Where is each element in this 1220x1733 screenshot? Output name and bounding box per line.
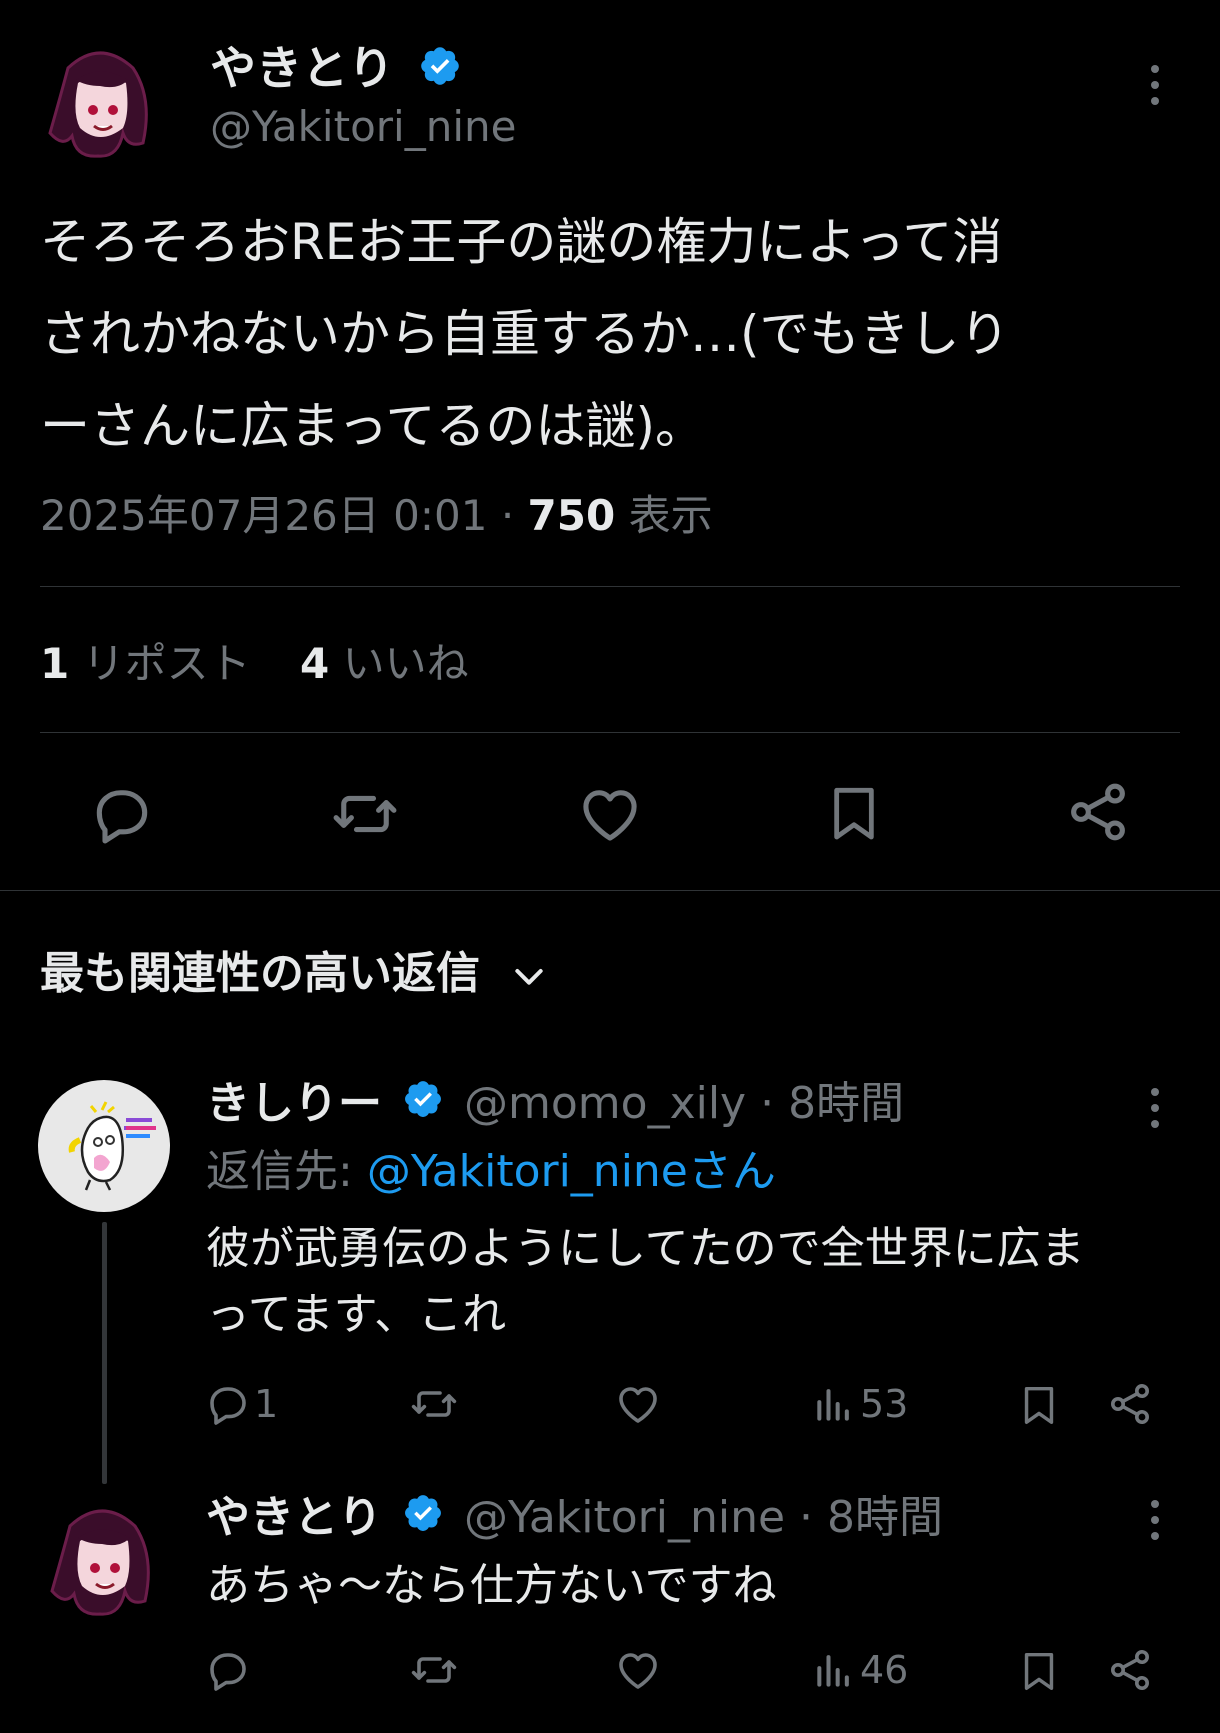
- verified-badge-icon: [402, 1078, 444, 1134]
- reply-count: 1: [254, 1382, 279, 1426]
- bookmark-icon[interactable]: [822, 778, 886, 848]
- more-options-icon[interactable]: [1140, 62, 1170, 108]
- repost-icon[interactable]: [408, 1646, 460, 1694]
- verified-badge-icon: [402, 1492, 444, 1548]
- replies-sort-label: 最も関連性の高い返信: [40, 948, 480, 999]
- likes-count: 4: [299, 639, 330, 688]
- reply-text-line: あちゃ〜なら仕方ないですね: [206, 1560, 777, 1611]
- reply-icon: [204, 1380, 252, 1428]
- reply-text-line: ってます、これ: [206, 1289, 507, 1340]
- reply-avatar[interactable]: [40, 1496, 166, 1622]
- divider: [40, 732, 1180, 733]
- reply-to-handle-link[interactable]: @Yakitori_nineさん: [367, 1146, 776, 1197]
- views-chart-icon: [812, 1646, 856, 1694]
- reply-text-line: 彼が武勇伝のようにしてたので全世界に広ま: [206, 1223, 1085, 1274]
- reposts-stat[interactable]: 1 リポスト: [40, 639, 264, 688]
- tweet-text-line: ーさんに広まってるのは謎)。: [40, 397, 706, 455]
- reply-text: 彼が武勇伝のようにしてたので全世界に広ま ってます、これ: [206, 1216, 1085, 1348]
- thread-connector-line: [102, 1222, 107, 1484]
- reposts-label: リポスト: [82, 639, 251, 688]
- verified-badge-icon: [418, 44, 462, 100]
- views-count: 53: [860, 1382, 909, 1426]
- like-heart-icon[interactable]: [614, 1646, 662, 1694]
- reply-to-label: 返信先:: [206, 1146, 353, 1197]
- views-count: 750: [527, 491, 616, 540]
- bookmark-icon[interactable]: [1016, 1380, 1062, 1430]
- more-options-icon[interactable]: [1140, 1498, 1170, 1542]
- reply-action-views[interactable]: 46: [812, 1646, 908, 1694]
- chevron-down-icon: [509, 956, 549, 996]
- likes-stat[interactable]: 4 いいね: [300, 639, 469, 688]
- reply-header: きしりー @momo_xily · 8時間: [206, 1076, 904, 1134]
- author-display-name[interactable]: やきとり: [210, 41, 394, 95]
- reply-handle[interactable]: @momo_xily: [464, 1078, 746, 1129]
- tweet-text: そろそろおREお王子の謎の権力によって消 されかねないから自重するか…(でもきし…: [40, 196, 1010, 472]
- author-name-row[interactable]: やきとり: [210, 40, 462, 100]
- author-avatar[interactable]: [38, 38, 164, 164]
- reply-action-reply[interactable]: 1: [204, 1380, 278, 1428]
- tweet-text-line: されかねないから自重するか…(でもきしり: [40, 305, 1010, 363]
- views-chart-icon: [812, 1380, 856, 1428]
- reply-avatar[interactable]: [38, 1080, 170, 1212]
- likes-label: いいね: [342, 639, 469, 688]
- reply-header: やきとり @Yakitori_nine · 8時間: [206, 1490, 943, 1548]
- like-heart-icon[interactable]: [614, 1380, 662, 1428]
- reply-display-name[interactable]: きしりー: [206, 1078, 382, 1129]
- views-label: 表示: [628, 491, 713, 540]
- reply-text: あちゃ〜なら仕方ないですね: [206, 1556, 777, 1616]
- tweet-meta: 2025年07月26日 0:01 · 750 表示: [40, 488, 713, 544]
- share-icon[interactable]: [1064, 778, 1132, 846]
- author-handle[interactable]: @Yakitori_nine: [210, 100, 516, 154]
- repost-icon[interactable]: [330, 780, 400, 848]
- reply-icon[interactable]: [204, 1646, 252, 1694]
- share-icon[interactable]: [1106, 1380, 1154, 1428]
- tweet-timestamp[interactable]: 2025年07月26日 0:01: [40, 491, 487, 540]
- views-count: 46: [860, 1648, 909, 1692]
- repost-icon[interactable]: [408, 1380, 460, 1428]
- divider: [40, 586, 1180, 587]
- more-options-icon[interactable]: [1140, 1086, 1170, 1130]
- reply-to: 返信先: @Yakitori_nineさん: [206, 1144, 776, 1200]
- meta-separator: ·: [500, 491, 515, 540]
- bookmark-icon[interactable]: [1016, 1646, 1062, 1696]
- meta-separator: ·: [799, 1492, 814, 1543]
- reply-time[interactable]: 8時間: [788, 1078, 904, 1129]
- share-icon[interactable]: [1106, 1646, 1154, 1694]
- reply-display-name[interactable]: やきとり: [206, 1492, 382, 1543]
- replies-sort-header[interactable]: 最も関連性の高い返信: [40, 944, 549, 1004]
- engagement-stats: 1 リポスト 4 いいね: [40, 636, 469, 692]
- reply-icon[interactable]: [88, 780, 156, 848]
- reposts-count: 1: [40, 639, 70, 688]
- divider: [0, 890, 1220, 891]
- meta-separator: ·: [760, 1078, 775, 1129]
- tweet-text-line: そろそろおREお王子の謎の権力によって消: [40, 213, 1003, 271]
- reply-handle[interactable]: @Yakitori_nine: [464, 1492, 785, 1543]
- like-heart-icon[interactable]: [576, 780, 644, 848]
- reply-time[interactable]: 8時間: [827, 1492, 943, 1543]
- reply-action-views[interactable]: 53: [812, 1380, 908, 1428]
